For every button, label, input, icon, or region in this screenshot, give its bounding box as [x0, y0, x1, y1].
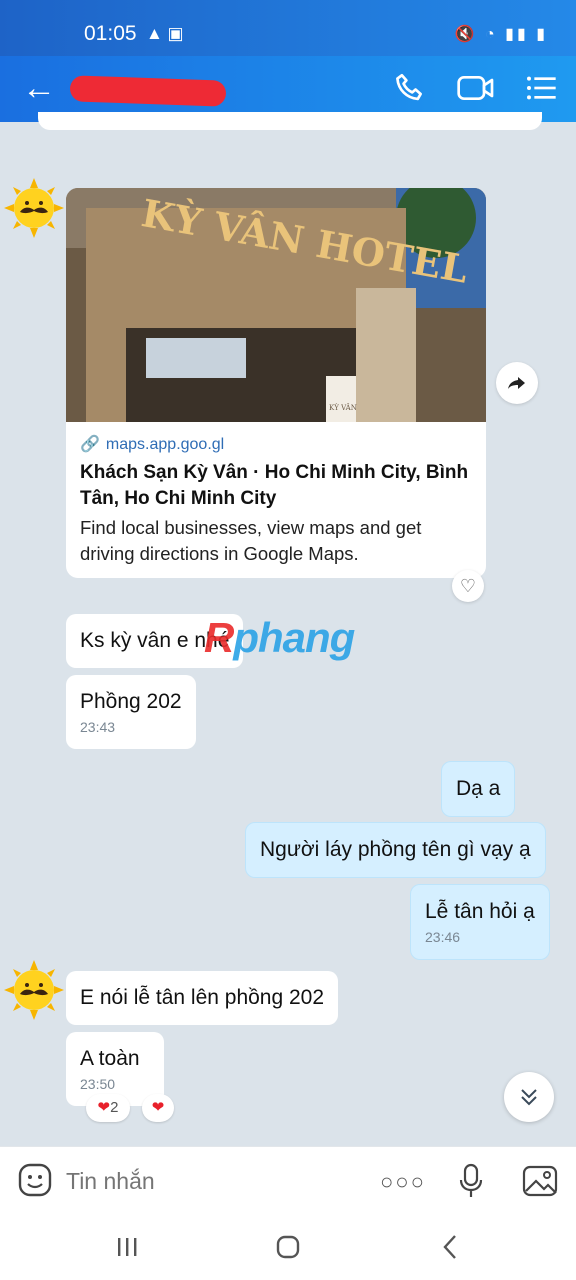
share-button[interactable] [496, 362, 538, 404]
image-icon[interactable] [522, 1165, 558, 1197]
back-nav-icon[interactable] [436, 1232, 466, 1262]
emoji-icon[interactable] [18, 1163, 52, 1197]
microphone-icon[interactable] [458, 1163, 484, 1199]
watermark-letter: R [204, 614, 234, 661]
system-navigation-bar [0, 1214, 576, 1280]
message-text: Dạ a [456, 777, 501, 800]
more-dots-icon[interactable]: ○○○ [380, 1171, 426, 1193]
message-bubble[interactable]: Phồng 202 23:43 [66, 675, 196, 749]
heart-icon: ❤ [97, 1099, 111, 1116]
recent-apps-icon[interactable] [112, 1232, 142, 1262]
message-timestamp: 23:46 [425, 929, 461, 945]
notification-icons: ▲ ▣ [146, 24, 184, 43]
watermark-logo: Rphang [204, 614, 355, 662]
message-bubble[interactable]: E nói lễ tân lên phồng 202 [66, 971, 339, 1025]
phone-icon[interactable] [392, 70, 428, 106]
message-text: Phồng 202 [80, 690, 182, 713]
link-preview-card[interactable]: KỲ VÂN HOTEL KỲ VÂN 🔗 maps.app.goo.gl Khá… [66, 188, 486, 578]
link-url-text: maps.app.goo.gl [105, 436, 225, 453]
status-time: 01:05 [84, 22, 137, 45]
share-arrow-icon [508, 377, 525, 389]
message-text: A toàn [80, 1047, 140, 1070]
watermark-text: phang [233, 614, 355, 661]
my-message-bubble[interactable]: Dạ a [441, 761, 516, 817]
message-text: Người láy phồng tên gì vạy ạ [260, 838, 531, 861]
link-url[interactable]: 🔗 maps.app.goo.gl [80, 434, 224, 454]
hotel-logo-text: KỲ VÂN [329, 403, 357, 412]
redacted-contact-name [69, 75, 227, 107]
reaction-count-badge[interactable]: ❤2 [86, 1094, 130, 1122]
message-input[interactable] [66, 1167, 356, 1195]
status-bar: 01:05 ▲ ▣ 🔇 ◔ ▮▮ ▮ [0, 0, 576, 56]
list-menu-icon[interactable] [524, 72, 558, 104]
system-status-icons: 🔇 ◔ ▮▮ ▮ [454, 26, 548, 43]
scroll-to-bottom-button[interactable] [504, 1072, 554, 1122]
previous-message-bubble [38, 112, 542, 130]
reaction-count: 2 [110, 1099, 119, 1116]
home-icon[interactable] [273, 1232, 303, 1262]
hotel-photo: KỲ VÂN HOTEL KỲ VÂN [66, 188, 486, 422]
link-title[interactable]: Khách Sạn Kỳ Vân · Ho Chi Minh City, Bìn… [80, 460, 476, 512]
message-composer: ○○○ [0, 1146, 576, 1214]
message-timestamp: 23:50 [80, 1076, 116, 1092]
chevron-double-down-icon [521, 1089, 537, 1106]
back-arrow-icon[interactable]: ← [22, 68, 56, 108]
my-message-bubble[interactable]: Người láy phồng tên gì vạy ạ [245, 822, 546, 878]
message-text: Lễ tân hỏi ạ [425, 900, 535, 923]
message-timestamp: 23:43 [80, 719, 116, 735]
heart-icon: ❤ [151, 1099, 165, 1116]
heart-icon[interactable]: ♡ [452, 570, 484, 602]
contact-avatar[interactable] [4, 178, 64, 238]
contact-avatar[interactable] [4, 960, 64, 1020]
message-text: E nói lễ tân lên phồng 202 [80, 986, 325, 1009]
my-message-bubble[interactable]: Lễ tân hỏi ạ 23:46 [410, 884, 550, 960]
link-description: Find local businesses, view maps and get… [80, 517, 422, 564]
video-call-icon[interactable] [456, 72, 496, 104]
react-heart-button[interactable]: ❤ [142, 1094, 174, 1122]
link-icon: 🔗 [80, 436, 100, 453]
